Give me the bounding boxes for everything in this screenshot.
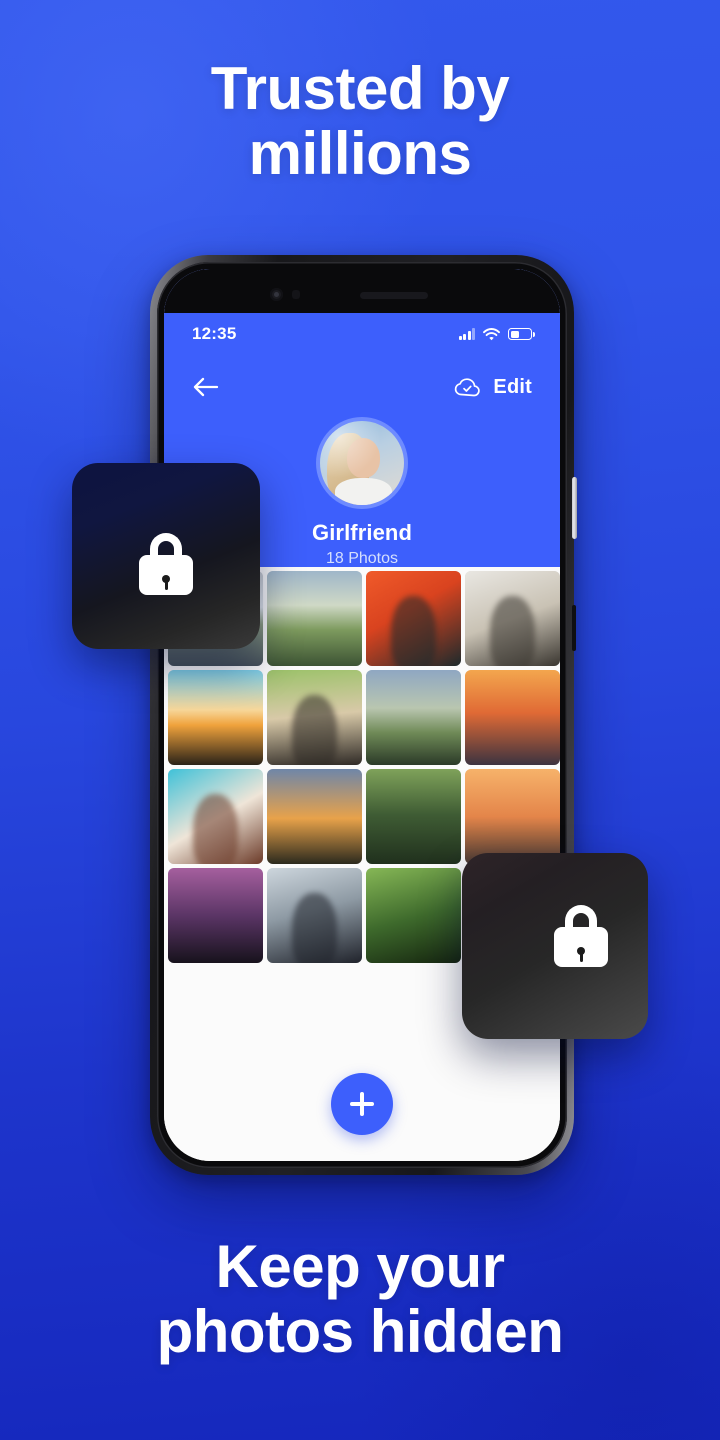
- headline-top: Trusted by millions: [0, 56, 720, 187]
- add-photo-button[interactable]: [331, 1073, 393, 1135]
- headline-top-line1: Trusted by: [210, 55, 510, 122]
- avatar[interactable]: [316, 417, 408, 509]
- nav-bar: Edit: [164, 367, 560, 407]
- photo-image: [168, 769, 263, 864]
- photo-image: [465, 670, 560, 765]
- photo-image: [267, 868, 362, 963]
- status-bar: 12:35: [164, 321, 560, 347]
- headline-bottom: Keep your photos hidden: [0, 1234, 720, 1365]
- photo-thumbnail[interactable]: [465, 670, 560, 765]
- headline-bottom-line2: photos hidden: [156, 1298, 564, 1366]
- sensor-icon: [292, 290, 300, 299]
- lock-icon: [139, 533, 193, 595]
- photo-thumbnail[interactable]: [366, 868, 461, 963]
- status-bar-indicators: [458, 327, 535, 341]
- photo-subject: [291, 892, 338, 963]
- photo-thumbnail[interactable]: [366, 571, 461, 666]
- photo-thumbnail[interactable]: [366, 769, 461, 864]
- photo-subject: [489, 595, 536, 666]
- lock-icon: [554, 905, 608, 967]
- back-arrow-icon[interactable]: [192, 376, 220, 398]
- photo-image: [168, 670, 263, 765]
- status-bar-time: 12:35: [192, 324, 237, 343]
- edit-group[interactable]: Edit: [453, 376, 532, 399]
- photo-image: [366, 571, 461, 666]
- photo-thumbnail[interactable]: [267, 769, 362, 864]
- photo-image: [366, 670, 461, 765]
- photo-image: [366, 769, 461, 864]
- photo-thumbnail[interactable]: [465, 571, 560, 666]
- lock-card-left: [72, 463, 260, 649]
- photo-thumbnail[interactable]: [267, 868, 362, 963]
- front-camera-icon: [270, 288, 283, 301]
- photo-image: [267, 571, 362, 666]
- photo-image: [465, 769, 560, 864]
- battery-icon: [508, 328, 535, 340]
- photo-thumbnail[interactable]: [168, 769, 263, 864]
- earpiece-speaker: [360, 292, 428, 299]
- photo-subject: [390, 595, 437, 666]
- edit-button[interactable]: Edit: [493, 376, 532, 399]
- headline-bottom-line1: Keep your: [215, 1233, 505, 1300]
- headline-top-line2: millions: [248, 120, 472, 188]
- photo-image: [267, 670, 362, 765]
- lock-card-right: [462, 853, 648, 1039]
- phone-volume-button[interactable]: [572, 605, 576, 651]
- photo-thumbnail[interactable]: [465, 769, 560, 864]
- cloud-check-icon[interactable]: [453, 376, 483, 398]
- photo-thumbnail[interactable]: [168, 670, 263, 765]
- wifi-icon: [483, 327, 500, 340]
- phone-notch-bezel: [164, 269, 560, 313]
- photo-image: [366, 868, 461, 963]
- plus-icon: [349, 1091, 375, 1117]
- photo-thumbnail[interactable]: [168, 868, 263, 963]
- photo-subject: [192, 793, 239, 864]
- photo-subject: [291, 694, 338, 765]
- cellular-signal-icon: [458, 328, 475, 340]
- photo-image: [168, 868, 263, 963]
- photo-thumbnail[interactable]: [267, 571, 362, 666]
- photo-thumbnail[interactable]: [366, 670, 461, 765]
- phone-power-button[interactable]: [572, 477, 577, 539]
- photo-image: [465, 571, 560, 666]
- photo-image: [267, 769, 362, 864]
- photo-thumbnail[interactable]: [267, 670, 362, 765]
